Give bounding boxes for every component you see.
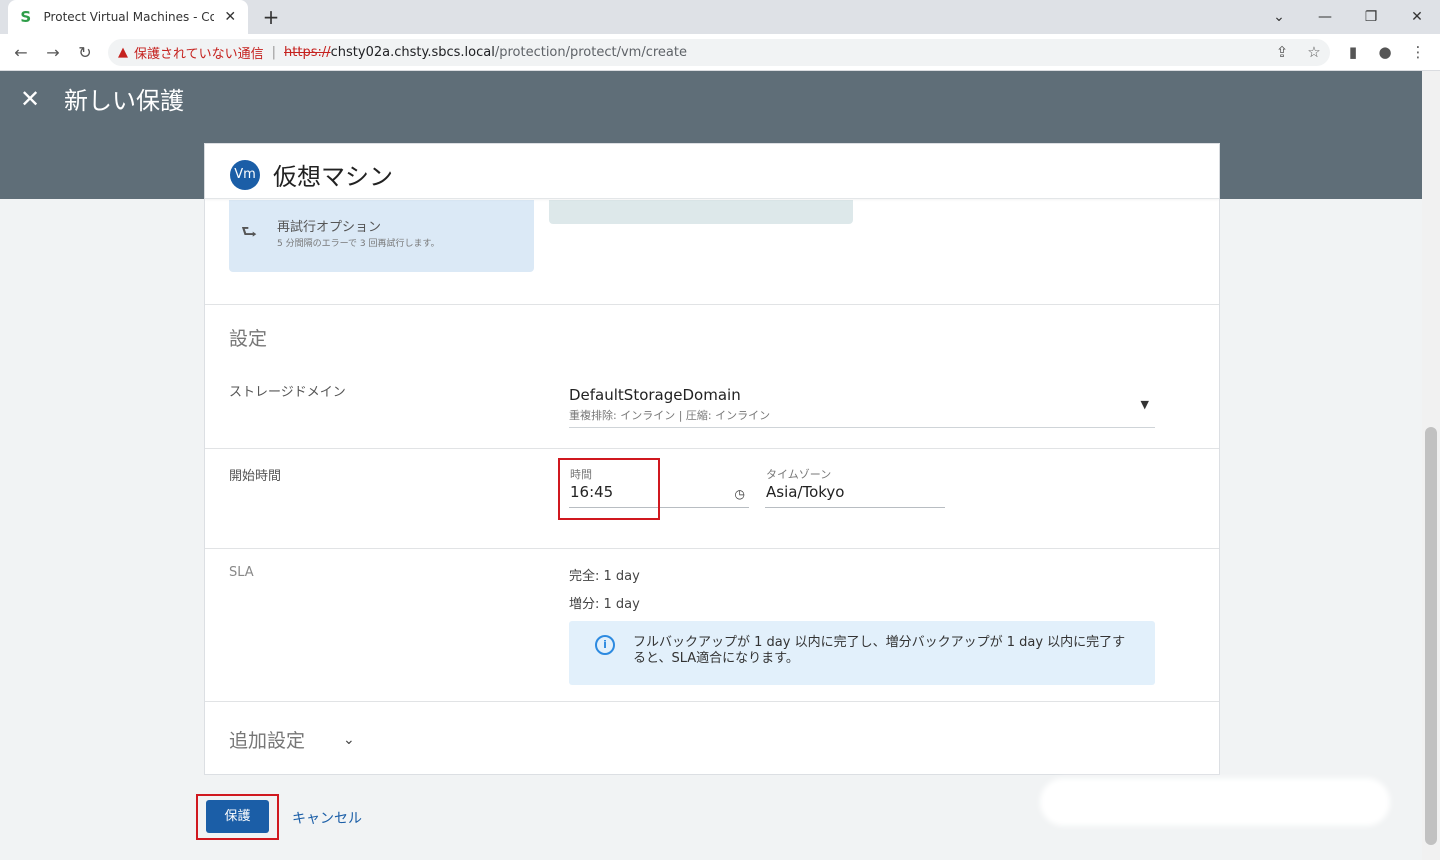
timezone-input[interactable]: タイムゾーン Asia/Tokyo [765, 460, 945, 508]
section-divider [205, 701, 1219, 702]
back-arrow-icon[interactable]: ← [8, 40, 34, 66]
cohesity-favicon-icon: S [20, 8, 32, 26]
share-icon[interactable]: ⇪ [1270, 40, 1294, 64]
page-scrollbar[interactable] [1422, 71, 1440, 860]
sla-label: SLA [229, 565, 254, 580]
sla-info-box: i フルバックアップが 1 day 以内に完了し、増分バックアップが 1 day… [569, 621, 1155, 685]
additional-settings-title[interactable]: 追加設定 [229, 726, 305, 753]
minimize-button[interactable]: — [1302, 4, 1348, 30]
retry-arrow-icon: ⮑ [241, 222, 258, 243]
section-divider [205, 448, 1219, 449]
tab-close-icon[interactable]: ✕ [222, 9, 238, 25]
clock-icon[interactable]: ◷ [735, 487, 745, 501]
browser-tabbar: S Protect Virtual Machines - Cohesity ✕ … [0, 0, 1440, 34]
reload-icon[interactable]: ↻ [72, 40, 98, 66]
storage-domain-detail: 重複排除: インライン | 圧縮: インライン [569, 409, 771, 422]
url-protocol: https:// [284, 45, 331, 60]
window-close-button[interactable]: ✕ [1394, 4, 1440, 30]
bookmark-star-icon[interactable]: ☆ [1302, 40, 1326, 64]
chevron-down-icon[interactable]: ⌄ [343, 732, 355, 748]
browser-toolbar: ← → ↻ ▲ 保護されていない通信 | https:// chsty02a.c… [0, 34, 1440, 71]
protect-button[interactable]: 保護 [206, 800, 269, 833]
browser-menu-icon[interactable]: ⋮ [1406, 40, 1430, 64]
sla-info-text: フルバックアップが 1 day 以内に完了し、増分バックアップが 1 day 以… [633, 635, 1126, 666]
start-time-label: 開始時間 [229, 469, 282, 484]
time-highlight-box [558, 458, 660, 520]
side-panel-icon[interactable]: ▮ [1341, 40, 1365, 64]
warning-triangle-icon: ▲ [118, 45, 128, 60]
address-bar[interactable]: ▲ 保護されていない通信 | https:// chsty02a.chsty.s… [108, 39, 1330, 66]
cancel-button[interactable]: キャンセル [292, 808, 362, 828]
dropdown-arrow-icon: ▼ [1140, 398, 1149, 411]
retry-options-tile[interactable]: ⮑ 再試行オプション 5 分間隔のエラーで 3 回再試行します。 [229, 200, 534, 272]
sla-incremental: 増分: 1 day [569, 597, 640, 612]
timezone-field-value[interactable]: Asia/Tokyo [766, 483, 845, 501]
forward-arrow-icon[interactable]: → [40, 40, 66, 66]
redacted-area [1040, 778, 1390, 826]
sla-full: 完全: 1 day [569, 569, 640, 584]
storage-domain-value: DefaultStorageDomain [569, 386, 741, 404]
section-divider [205, 304, 1219, 305]
browser-tab[interactable]: S Protect Virtual Machines - Cohesity ✕ [8, 0, 248, 34]
new-tab-button[interactable]: + [260, 6, 282, 28]
url-separator: | [271, 45, 277, 60]
close-icon[interactable]: ✕ [20, 85, 40, 113]
policy-tile[interactable] [549, 200, 853, 224]
settings-section-title: 設定 [229, 328, 268, 350]
storage-domain-label: ストレージドメイン [229, 385, 346, 400]
section-divider [205, 548, 1219, 549]
url-path: /protection/protect/vm/create [494, 45, 687, 60]
card-title: 仮想マシン [273, 163, 393, 191]
retry-title: 再試行オプション [277, 220, 382, 235]
timezone-field-label: タイムゾーン [766, 468, 832, 481]
scrollbar-thumb[interactable] [1425, 427, 1437, 845]
info-icon: i [595, 635, 615, 655]
tab-search-icon[interactable]: ⌄ [1256, 4, 1302, 30]
storage-domain-select[interactable]: DefaultStorageDomain 重複排除: インライン | 圧縮: イ… [569, 382, 1155, 428]
tab-title: Protect Virtual Machines - Cohesity [43, 10, 215, 24]
retry-subtitle: 5 分間隔のエラーで 3 回再試行します。 [277, 239, 440, 249]
profile-avatar-icon[interactable]: ● [1373, 40, 1397, 64]
protection-card: ⮑ 再試行オプション 5 分間隔のエラーで 3 回再試行します。 Vm 仮想マシ… [204, 143, 1220, 775]
card-header: Vm 仮想マシン [205, 144, 1219, 199]
security-warning[interactable]: 保護されていない通信 [134, 43, 264, 62]
page-title: 新しい保護 [64, 87, 184, 115]
url-host: chsty02a.chsty.sbcs.local [330, 45, 495, 60]
vm-badge: Vm [230, 160, 260, 190]
restore-button[interactable]: ❐ [1348, 4, 1394, 30]
